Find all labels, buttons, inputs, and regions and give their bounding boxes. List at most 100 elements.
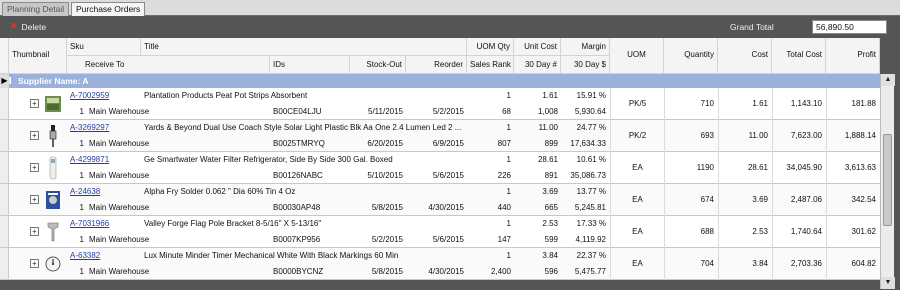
stock-out-date: 5/8/2015 (371, 203, 403, 212)
uom: PK/5 (610, 88, 664, 120)
table-row[interactable]: + A-7031966 Valley Forge Flag Pole Brack… (0, 216, 880, 248)
table-row[interactable]: + A-24638 Alpha Fry Solder 0.062 " Dia 6… (0, 184, 880, 216)
total-cost: 2,487.06 (772, 184, 826, 216)
sku-link[interactable]: A-7002959 (70, 88, 140, 104)
purchase-order-grid: Thumbnail Sku Title UOM Qty Unit Cost Ma… (0, 38, 900, 290)
table-row[interactable]: + A-4299871 Ge Smartwater Water Filter R… (0, 152, 880, 184)
receive-to-warehouse[interactable]: Main Warehouse (89, 200, 269, 216)
scroll-down-icon[interactable]: ▼ (881, 277, 895, 289)
row-selector[interactable] (0, 184, 9, 215)
margin: 24.77 % (576, 123, 606, 132)
quantity-cell[interactable]: 710 (664, 88, 718, 120)
thirty-day-count: 891 (544, 171, 558, 180)
table-row[interactable]: + A-7002959 Plantation Products Peat Pot… (0, 88, 880, 120)
sku-link[interactable]: A-63382 (70, 248, 140, 264)
sku-link[interactable]: A-24638 (70, 184, 140, 200)
item-ids: B0007KP956 (273, 235, 321, 244)
uom-qty: 1 (506, 155, 511, 164)
quantity-cell[interactable]: 688 (664, 216, 718, 248)
col-receive-to[interactable]: Receive To (67, 56, 270, 74)
col-profit[interactable]: Profit (826, 38, 880, 74)
col-thumbnail[interactable]: Thumbnail (9, 38, 67, 74)
sales-rank: 68 (502, 107, 511, 116)
uom: EA (610, 248, 664, 280)
sku-link[interactable]: A-7031966 (70, 216, 140, 232)
receive-to-warehouse[interactable]: Main Warehouse (89, 168, 269, 184)
quantity-cell[interactable]: 693 (664, 120, 718, 152)
stock-out-date: 5/2/2015 (371, 235, 403, 244)
col-sales-rank[interactable]: Sales Rank (467, 56, 514, 74)
receive-to-warehouse[interactable]: Main Warehouse (89, 136, 269, 152)
receive-to-warehouse[interactable]: Main Warehouse (89, 232, 269, 248)
col-uom[interactable]: UOM (610, 38, 664, 74)
col-unit-cost[interactable]: Unit Cost (514, 38, 561, 56)
col-uom-qty[interactable]: UOM Qty (467, 38, 514, 56)
reorder-date: 4/30/2015 (428, 203, 464, 212)
unit-cost: 3.69 (542, 187, 558, 196)
col-ids[interactable]: IDs (270, 56, 350, 74)
quantity-cell[interactable]: 674 (664, 184, 718, 216)
col-reorder[interactable]: Reorder (406, 56, 467, 74)
product-thumbnail (44, 91, 62, 117)
table-row[interactable]: + A-63382 Lux Minute Minder Timer Mechan… (0, 248, 880, 280)
unit-cost: 11.00 (538, 123, 558, 132)
delete-button[interactable]: ✕ Delete (10, 21, 46, 32)
col-30-day-usd[interactable]: 30 Day $ (561, 56, 610, 74)
item-ids: B0025TMRYQ (273, 139, 325, 148)
cost: 28.61 (718, 152, 772, 184)
quantity-cell[interactable]: 1190 (664, 152, 718, 184)
thirty-day-usd: 4,119.92 (575, 235, 606, 244)
col-total-cost[interactable]: Total Cost (772, 38, 826, 74)
margin: 17.33 % (576, 219, 606, 228)
expand-row-icon[interactable]: + (30, 99, 39, 108)
product-thumbnail (44, 251, 62, 277)
vertical-scrollbar[interactable]: ▲ ▼ (880, 74, 895, 289)
margin: 13.77 % (576, 187, 606, 196)
scrollbar-thumb[interactable] (883, 134, 892, 226)
expand-row-icon[interactable]: + (30, 131, 39, 140)
sku-link[interactable]: A-4299871 (70, 152, 140, 168)
current-row-arrow-icon: ▶ (0, 74, 9, 88)
col-stock-out[interactable]: Stock-Out (350, 56, 406, 74)
uom-qty: 1 (506, 251, 511, 260)
receive-to-warehouse[interactable]: Main Warehouse (89, 264, 269, 280)
expand-row-icon[interactable]: + (30, 195, 39, 204)
row-selector[interactable] (0, 216, 9, 247)
row-selector[interactable] (0, 120, 9, 151)
receive-to-warehouse[interactable]: Main Warehouse (89, 104, 269, 120)
col-margin[interactable]: Margin (561, 38, 610, 56)
row-selector[interactable] (0, 152, 9, 183)
row-selector[interactable] (0, 248, 9, 279)
uom-qty: 1 (506, 123, 511, 132)
col-quantity[interactable]: Quantity (664, 38, 718, 74)
grid-header-left: Thumbnail Sku Title UOM Qty Unit Cost Ma… (0, 38, 610, 74)
expand-row-icon[interactable]: + (30, 227, 39, 236)
stock-out-date: 5/11/2015 (368, 107, 403, 116)
thirty-day-usd: 17,634.33 (570, 139, 606, 148)
tab-planning-detail[interactable]: Planning Detail (2, 2, 70, 16)
sku-link[interactable]: A-3269297 (70, 120, 140, 136)
expand-row-icon[interactable]: + (30, 163, 39, 172)
thirty-day-usd: 5,245.81 (574, 203, 606, 212)
quantity-cell[interactable]: 704 (664, 248, 718, 280)
table-row[interactable]: + A-3269297 Yards & Beyond Dual Use Coac… (0, 120, 880, 152)
tab-purchase-orders[interactable]: Purchase Orders (71, 2, 146, 17)
stock-out-date: 6/20/2015 (367, 139, 403, 148)
col-cost[interactable]: Cost (718, 38, 772, 74)
product-title: Lux Minute Minder Timer Mechanical White… (144, 251, 399, 260)
col-sku[interactable]: Sku (67, 38, 141, 56)
product-title: Valley Forge Flag Pole Bracket 8-5/16" X… (144, 219, 322, 228)
reorder-date: 5/6/2015 (432, 171, 464, 180)
grand-total-label: Grand Total (730, 22, 774, 32)
thirty-day-count: 899 (544, 139, 558, 148)
margin: 15.91 % (576, 91, 606, 100)
col-title[interactable]: Title (141, 38, 467, 56)
row-selector[interactable] (0, 88, 9, 119)
unit-cost: 2.53 (542, 219, 558, 228)
grand-total-field[interactable]: 56,890.50 (812, 20, 887, 34)
expand-row-icon[interactable]: + (30, 259, 39, 268)
supplier-group-row[interactable]: ⊟ Supplier Name: A (0, 74, 880, 88)
col-30-day-count[interactable]: 30 Day # (514, 56, 561, 74)
scroll-up-icon[interactable]: ▲ (881, 74, 895, 86)
uom: PK/2 (610, 120, 664, 152)
